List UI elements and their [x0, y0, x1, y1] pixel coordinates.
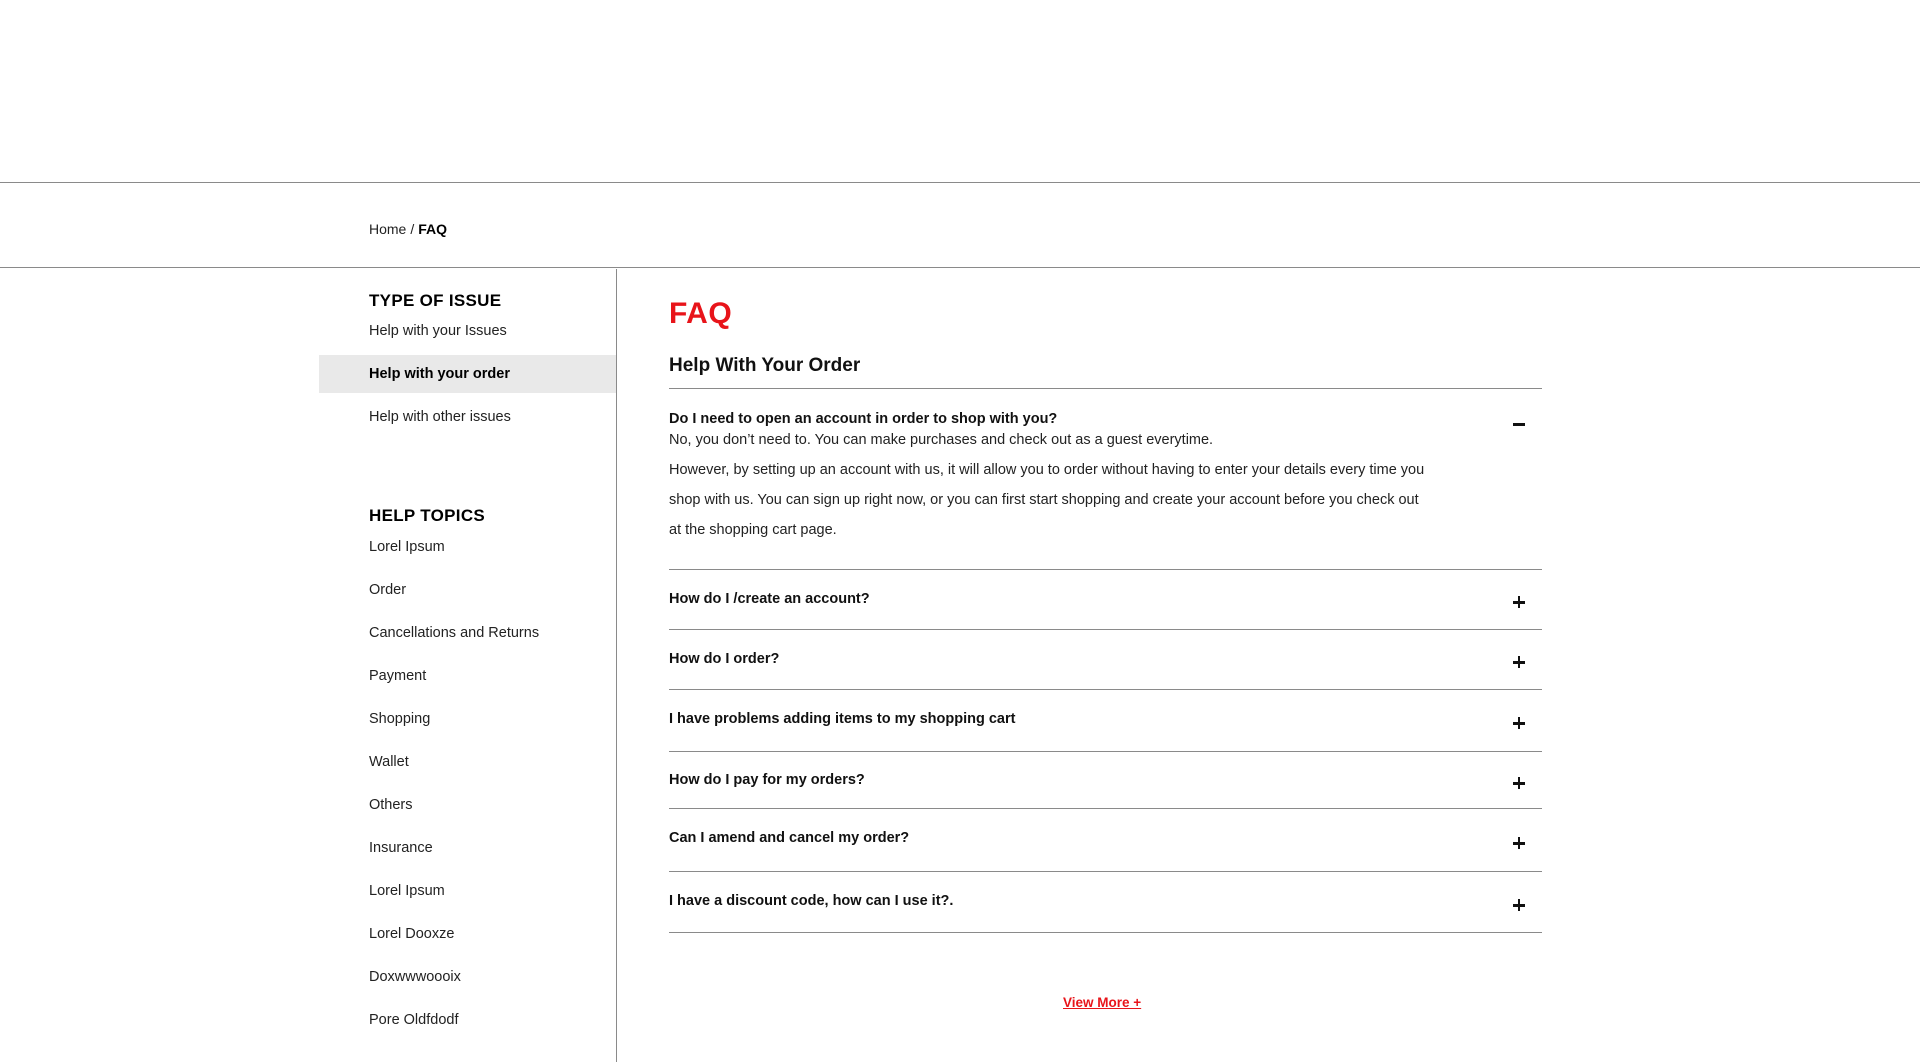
breadcrumb-separator: / — [410, 221, 415, 237]
sidebar-topic-item[interactable]: Lorel Ipsum — [319, 528, 616, 566]
sidebar-topic-item[interactable]: Lorel Ipsum — [319, 872, 616, 910]
plus-icon[interactable] — [1511, 897, 1527, 913]
faq-question[interactable]: I have a discount code, how can I use it… — [669, 893, 953, 909]
faq-answer-paragraph: No, you don’t need to. You can make purc… — [669, 432, 1214, 448]
sidebar-topic-item[interactable]: Shopping — [319, 700, 616, 738]
sidebar-topic-item[interactable]: Wallet — [319, 743, 616, 781]
plus-icon[interactable] — [1511, 835, 1527, 851]
breadcrumb-bar — [0, 184, 1920, 268]
toggle-bar-vertical — [1517, 596, 1521, 608]
faq-question[interactable]: How do I order? — [669, 651, 779, 667]
breadcrumb: Home / FAQ — [369, 221, 447, 237]
sidebar-topic-item[interactable]: Pore Oldfdodf — [319, 1001, 616, 1039]
sidebar-issue-item[interactable]: Help with your order — [319, 355, 616, 393]
sidebar-topic-item[interactable]: Cancellations and Returns — [319, 614, 616, 652]
sidebar-topic-item[interactable]: Order — [319, 571, 616, 609]
toggle-bar-vertical — [1517, 777, 1521, 789]
breadcrumb-home-link[interactable]: Home — [369, 221, 406, 237]
sidebar-issue-item[interactable]: Help with your Issues — [319, 312, 616, 350]
plus-icon[interactable] — [1511, 654, 1527, 670]
type-of-issue-heading: TYPE OF ISSUE — [369, 291, 502, 310]
faq-item[interactable]: I have problems adding items to my shopp… — [669, 690, 1542, 752]
sidebar: TYPE OF ISSUE Help with your Issues Help … — [319, 269, 617, 1062]
faq-item[interactable]: How do I pay for my orders? — [669, 752, 1542, 809]
faq-item[interactable]: I have a discount code, how can I use it… — [669, 872, 1542, 933]
sidebar-topic-item[interactable]: Lorel Dooxze — [319, 915, 616, 953]
breadcrumb-current: FAQ — [418, 221, 448, 237]
toggle-bar-vertical — [1517, 656, 1521, 668]
faq-page: Home / FAQ TYPE OF ISSUE Help with your Is… — [0, 0, 1920, 1062]
faq-item[interactable]: Do I need to open an account in order to… — [669, 389, 1542, 570]
sidebar-issue-item[interactable]: Help with other issues — [319, 398, 616, 436]
section-title: Help With Your Order — [669, 355, 861, 376]
faq-question[interactable]: How do I /create an account? — [669, 591, 870, 607]
faq-item[interactable]: Can I amend and cancel my order? — [669, 809, 1542, 872]
sidebar-topic-item[interactable]: Insurance — [319, 829, 616, 867]
sidebar-topic-item[interactable]: Payment — [319, 657, 616, 695]
sidebar-topic-item[interactable]: Others — [319, 786, 616, 824]
help-topics-heading: HELP TOPICS — [369, 506, 486, 525]
faq-question[interactable]: I have problems adding items to my shopp… — [669, 711, 1015, 727]
sidebar-topic-item[interactable]: Doxwwwoooix — [319, 958, 616, 996]
faq-answer-paragraph: However, by setting up an account with u… — [669, 462, 1425, 538]
plus-icon[interactable] — [1511, 594, 1527, 610]
top-header-area — [0, 0, 1920, 183]
toggle-bar-vertical — [1517, 899, 1521, 911]
minus-icon[interactable] — [1511, 416, 1527, 432]
view-more-link[interactable]: View More + — [1063, 995, 1141, 1010]
toggle-bar-vertical — [1517, 717, 1521, 729]
toggle-bar-horizontal — [1513, 423, 1525, 426]
plus-icon[interactable] — [1511, 715, 1527, 731]
page-title: FAQ — [669, 297, 733, 330]
faq-answer: No, you don’t need to. You can make purc… — [669, 425, 1429, 545]
faq-question[interactable]: How do I pay for my orders? — [669, 772, 865, 788]
faq-item[interactable]: How do I order? — [669, 630, 1542, 690]
toggle-bar-vertical — [1517, 837, 1521, 849]
faq-item[interactable]: How do I /create an account? — [669, 570, 1542, 630]
plus-icon[interactable] — [1511, 775, 1527, 791]
faq-question[interactable]: Can I amend and cancel my order? — [669, 830, 909, 846]
